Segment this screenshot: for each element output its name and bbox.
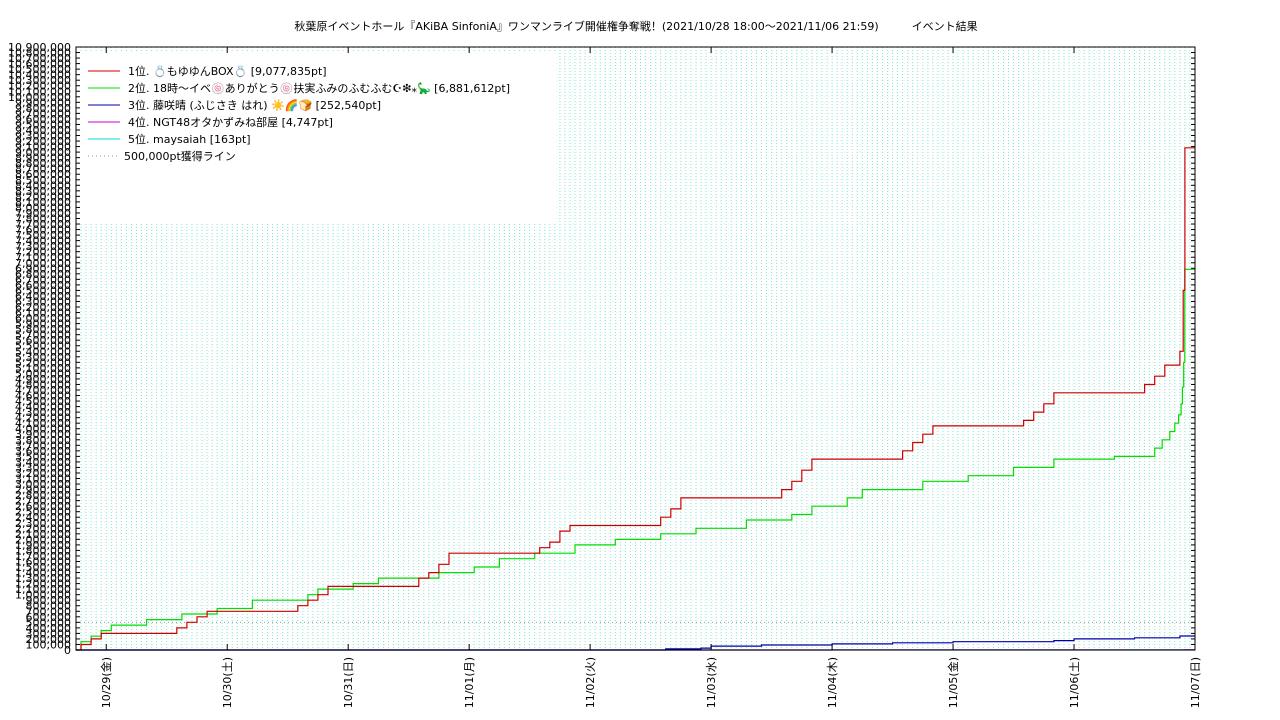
chart-svg: 秋葉原イベントホール『AKiBA SinfoniA』ワンマンライブ開催権争奪戦！… [8, 19, 1202, 708]
x-tick-label: 11/02(火) [584, 657, 597, 708]
x-tick-label: 11/04(木) [826, 657, 839, 708]
x-tick-label: 10/31(日) [342, 657, 355, 708]
chart-title: 秋葉原イベントホール『AKiBA SinfoniA』ワンマンライブ開催権争奪戦！… [294, 19, 977, 33]
x-tick-label: 11/07(日) [1189, 657, 1202, 708]
legend-entry: 500,000pt獲得ライン [124, 150, 236, 163]
y-tick-label: 10,900,000 [8, 41, 71, 54]
legend-entry: 2位. 18時〜イベ🍥ありがとう🍥扶実ふみのふむふむ☪︎❇︎⁎🦕 [6,881,… [128, 81, 510, 95]
x-tick-label: 11/01(月) [463, 657, 476, 708]
x-tick-label: 11/05(金) [946, 657, 960, 708]
x-tick-label: 10/30(土) [221, 657, 234, 708]
x-tick-label: 11/03(水) [705, 657, 718, 708]
x-tick-label: 10/29(金) [99, 657, 113, 708]
legend-entry: 3位. 藤咲晴 (ふじさき はれ) ☀️🌈🍞 [252,540pt] [128, 98, 381, 112]
legend-entry: 1位. 💍もゆゆんBOX💍 [9,077,835pt] [128, 64, 327, 78]
x-tick-label: 11/06(土) [1068, 657, 1081, 708]
legend-entry: 5位. maysaiah [163pt] [128, 132, 251, 146]
legend-entry: 4位. NGT48オタかずみね部屋 [4,747pt] [128, 115, 333, 129]
